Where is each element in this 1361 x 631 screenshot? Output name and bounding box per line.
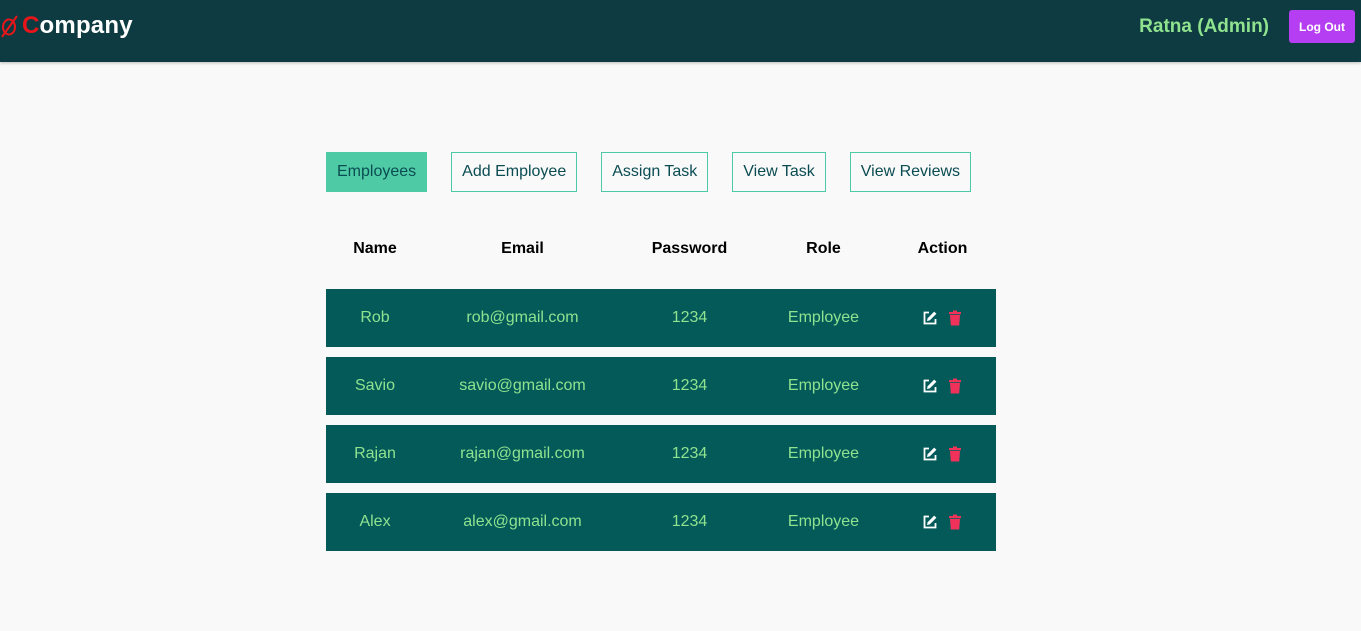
table-row: Savio savio@gmail.com 1234 Employee — [326, 357, 996, 415]
cell-password: 1234 — [671, 377, 708, 394]
header-name: Name — [353, 240, 397, 257]
header-email: Email — [501, 240, 544, 257]
table-row: Alex alex@gmail.com 1234 Employee — [326, 493, 996, 551]
employees-table: Name Email Password Role Action Rob rob@… — [326, 230, 996, 551]
cell-email: rob@gmail.com — [466, 309, 579, 326]
table-header: Name Email Password Role Action — [326, 230, 996, 268]
header-password: Password — [651, 240, 728, 257]
logout-button[interactable]: Log Out — [1289, 10, 1355, 43]
admin-tabs: Employees Add Employee Assign Task View … — [326, 152, 972, 192]
tab-view-reviews[interactable]: View Reviews — [849, 152, 972, 192]
cell-password: 1234 — [671, 445, 708, 462]
brand-initial: C — [22, 12, 40, 39]
edit-icon[interactable] — [922, 378, 938, 394]
tab-add-employee[interactable]: Add Employee — [451, 152, 578, 192]
logo-icon — [1, 15, 18, 38]
cell-role: Employee — [787, 445, 860, 462]
tab-employees[interactable]: Employees — [326, 152, 428, 192]
trash-icon[interactable] — [947, 446, 963, 462]
cell-action — [889, 514, 996, 530]
header-role: Role — [806, 240, 841, 257]
table-row: Rajan rajan@gmail.com 1234 Employee — [326, 425, 996, 483]
edit-icon[interactable] — [922, 446, 938, 462]
cell-password: 1234 — [671, 309, 708, 326]
edit-icon[interactable] — [922, 310, 938, 326]
cell-name: Alex — [359, 513, 391, 530]
cell-name: Rob — [360, 309, 390, 326]
cell-email: rajan@gmail.com — [460, 445, 585, 462]
trash-icon[interactable] — [947, 514, 963, 530]
current-user-label: Ratna (Admin) — [1139, 16, 1269, 37]
cell-role: Employee — [787, 377, 860, 394]
tab-assign-task[interactable]: Assign Task — [601, 152, 709, 192]
cell-role: Employee — [787, 513, 860, 530]
table-row: Rob rob@gmail.com 1234 Employee — [326, 289, 996, 347]
cell-action — [889, 446, 996, 462]
header-action: Action — [917, 240, 968, 257]
brand-name: ompany — [39, 12, 133, 39]
cell-password: 1234 — [671, 513, 708, 530]
cell-action — [889, 378, 996, 394]
cell-role: Employee — [787, 309, 860, 326]
cell-action — [889, 310, 996, 326]
cell-email: alex@gmail.com — [463, 513, 582, 530]
cell-name: Savio — [354, 377, 396, 394]
cell-email: savio@gmail.com — [459, 377, 586, 394]
trash-icon[interactable] — [947, 378, 963, 394]
tab-view-task[interactable]: View Task — [732, 152, 826, 192]
trash-icon[interactable] — [947, 310, 963, 326]
brand-logo[interactable]: Company — [0, 12, 133, 40]
edit-icon[interactable] — [922, 514, 938, 530]
top-navbar: Company Ratna (Admin) Log Out — [0, 0, 1361, 62]
cell-name: Rajan — [354, 445, 396, 462]
